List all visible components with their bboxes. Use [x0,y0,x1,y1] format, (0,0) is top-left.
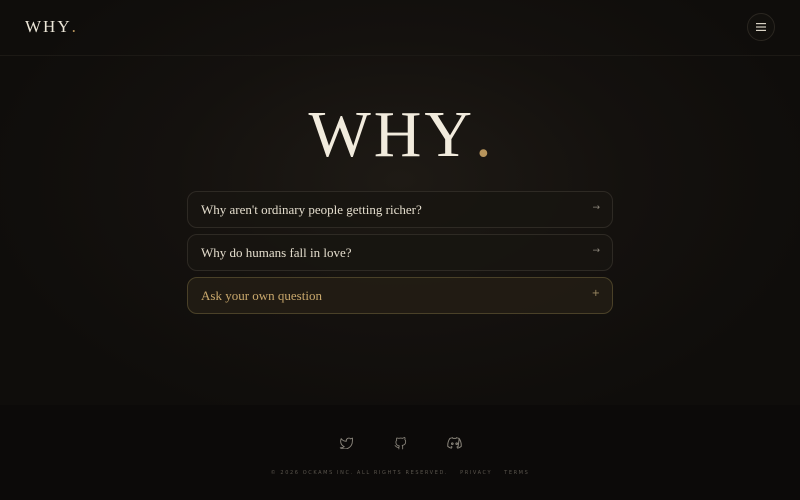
social-links [0,435,800,451]
ask-own-question-label: Ask your own question [201,288,322,303]
legal-bar: © 2026 OCKAMS INC. ALL RIGHTS RESERVED. … [0,470,800,476]
footer: © 2026 OCKAMS INC. ALL RIGHTS RESERVED. … [0,405,800,500]
arrow-right-icon: → [592,246,600,256]
twitter-icon [339,437,353,449]
arrow-right-icon: → [592,203,600,213]
ask-own-question-button[interactable]: Ask your own question + [187,277,613,314]
question-label: Why aren't ordinary people getting riche… [201,202,422,217]
github-link[interactable] [392,435,408,451]
copyright-text: © 2026 OCKAMS INC. ALL RIGHTS RESERVED. [270,470,449,476]
menu-icon [756,23,766,31]
menu-button[interactable] [747,13,775,41]
github-icon [394,436,406,449]
hero-title-dot: . [475,98,492,171]
discord-icon [446,437,462,449]
header-logo-text: WHY [25,17,72,36]
hero-title-text: WHY [308,98,476,171]
discord-link[interactable] [446,435,462,451]
question-label: Why do humans fall in love? [201,245,352,260]
twitter-link[interactable] [338,435,354,451]
hero-title: WHY. [0,98,800,172]
privacy-link[interactable]: PRIVACY [460,470,492,476]
header: WHY. [0,0,800,56]
header-logo-dot: . [71,17,76,36]
question-card-1[interactable]: Why aren't ordinary people getting riche… [187,191,613,228]
plus-icon: + [591,288,600,299]
terms-link[interactable]: TERMS [504,470,529,476]
header-logo[interactable]: WHY. [25,17,76,37]
question-list: Why aren't ordinary people getting riche… [187,191,613,320]
question-card-2[interactable]: Why do humans fall in love? → [187,234,613,271]
page: WHY. WHY. Why aren't ordinary people get… [0,0,800,500]
